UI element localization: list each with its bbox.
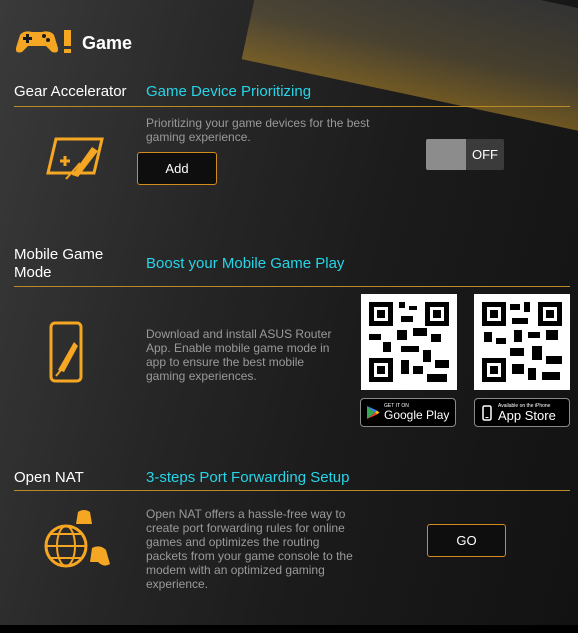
section-divider: [14, 106, 570, 107]
open-nat-label: Open NAT: [14, 469, 84, 486]
go-button[interactable]: GO: [427, 524, 506, 557]
game-device-prioritizing-toggle[interactable]: OFF: [426, 139, 504, 170]
app-store-badge[interactable]: Available on the iPhone App Store: [474, 398, 570, 427]
toggle-state: OFF: [466, 139, 504, 170]
toggle-knob: [426, 139, 466, 170]
boost-mobile-game-title: Boost your Mobile Game Play: [146, 255, 345, 272]
section-divider: [14, 286, 570, 287]
globe-controller-icon: [40, 508, 112, 579]
phone-rocket-icon: [48, 320, 88, 391]
game-device-prioritizing-title: Game Device Prioritizing: [146, 83, 312, 100]
app-store-big-text: App Store: [498, 407, 556, 423]
gear-accelerator-label: Gear Accelerator: [14, 83, 127, 100]
gear-description: Prioritizing your game devices for the b…: [146, 116, 370, 144]
mobile-description: Download and install ASUS Router App. En…: [146, 327, 332, 383]
mobile-game-mode-label: Mobile Game Mode: [14, 246, 104, 281]
google-play-big-text: Google Play: [384, 408, 450, 422]
page-header: Game: [14, 26, 132, 61]
add-button[interactable]: Add: [137, 152, 217, 185]
gamepad-icon: [14, 26, 74, 61]
port-forwarding-title: 3-steps Port Forwarding Setup: [146, 469, 350, 486]
iphone-icon: [482, 404, 492, 421]
page-title: Game: [82, 33, 133, 53]
controller-rocket-icon: [42, 133, 114, 186]
open-nat-description: Open NAT offers a hassle-free way to cre…: [146, 507, 353, 591]
google-play-badge[interactable]: GET IT ON Google Play: [360, 398, 456, 427]
frame-border: [0, 625, 578, 633]
section-divider: [14, 490, 570, 491]
google-play-qr-code: [361, 294, 457, 390]
app-store-qr-code: [474, 294, 570, 390]
google-play-icon: [366, 405, 380, 420]
